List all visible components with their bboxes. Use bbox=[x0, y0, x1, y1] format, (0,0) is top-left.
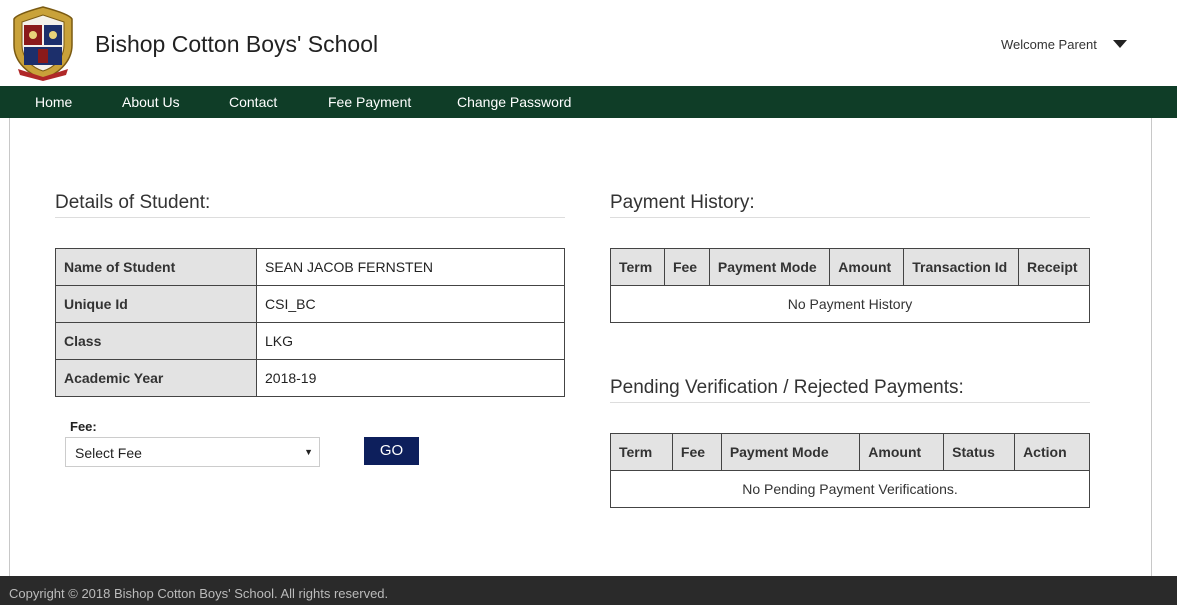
row-label: Class bbox=[55, 322, 257, 360]
pending-table: Term Fee Payment Mode Amount Status Acti… bbox=[610, 433, 1090, 508]
col-status: Status bbox=[943, 433, 1016, 471]
col-payment-mode: Payment Mode bbox=[720, 433, 861, 471]
payment-history-empty: No Payment History bbox=[610, 285, 1090, 323]
school-name: Bishop Cotton Boys' School bbox=[95, 31, 379, 57]
fee-select[interactable]: Select Fee ▼ bbox=[65, 437, 320, 467]
select-arrow-icon: ▼ bbox=[304, 447, 313, 457]
col-amount: Amount bbox=[859, 433, 945, 471]
welcome-text: Welcome Parent bbox=[1001, 37, 1097, 52]
class-value: LKG bbox=[256, 322, 565, 360]
page-header: Bishop Cotton Boys' School Welcome Paren… bbox=[0, 0, 1177, 86]
go-button[interactable]: GO bbox=[364, 437, 419, 465]
student-name-value: SEAN JACOB FERNSTEN bbox=[256, 248, 565, 286]
nav-home[interactable]: Home bbox=[35, 94, 72, 110]
payment-history-table: Term Fee Payment Mode Amount Transaction… bbox=[610, 248, 1091, 323]
col-transaction-id: Transaction Id bbox=[903, 248, 1019, 286]
row-label: Academic Year bbox=[55, 359, 257, 397]
divider bbox=[55, 217, 565, 218]
unique-id-value: CSI_BC bbox=[256, 285, 565, 323]
copyright-text: Copyright © 2018 Bishop Cotton Boys' Sch… bbox=[9, 586, 389, 601]
page-footer: Copyright © 2018 Bishop Cotton Boys' Sch… bbox=[0, 576, 1177, 605]
col-receipt: Receipt bbox=[1017, 248, 1091, 286]
col-term: Term bbox=[610, 248, 665, 286]
pending-empty: No Pending Payment Verifications. bbox=[610, 470, 1090, 508]
table-header-row: Term Fee Payment Mode Amount Status Acti… bbox=[610, 433, 1090, 471]
divider bbox=[610, 402, 1090, 403]
nav-change-password[interactable]: Change Password bbox=[457, 94, 571, 110]
payment-history-title: Payment History: bbox=[610, 192, 755, 213]
main-nav: Home About Us Contact Fee Payment Change… bbox=[0, 86, 1177, 118]
table-row: Name of Student SEAN JACOB FERNSTEN bbox=[55, 248, 565, 286]
pending-title: Pending Verification / Rejected Payments… bbox=[610, 377, 964, 398]
nav-fee-payment[interactable]: Fee Payment bbox=[328, 94, 411, 110]
col-payment-mode: Payment Mode bbox=[708, 248, 831, 286]
table-row: Class LKG bbox=[55, 322, 565, 360]
nav-about-us[interactable]: About Us bbox=[122, 94, 180, 110]
row-label: Name of Student bbox=[55, 248, 257, 286]
student-details-title: Details of Student: bbox=[55, 192, 211, 213]
school-crest-logo[interactable] bbox=[8, 5, 78, 81]
fee-select-value: Select Fee bbox=[75, 445, 142, 461]
col-fee: Fee bbox=[663, 248, 710, 286]
table-header-row: Term Fee Payment Mode Amount Transaction… bbox=[610, 248, 1091, 286]
col-fee: Fee bbox=[671, 433, 722, 471]
nav-contact[interactable]: Contact bbox=[229, 94, 277, 110]
chevron-down-icon[interactable] bbox=[1113, 40, 1127, 48]
student-details-table: Name of Student SEAN JACOB FERNSTEN Uniq… bbox=[55, 248, 565, 397]
divider bbox=[610, 217, 1090, 218]
table-row: Academic Year 2018-19 bbox=[55, 359, 565, 397]
table-row: Unique Id CSI_BC bbox=[55, 285, 565, 323]
table-row: No Payment History bbox=[610, 285, 1090, 323]
col-amount: Amount bbox=[829, 248, 905, 286]
col-action: Action bbox=[1014, 433, 1090, 471]
col-term: Term bbox=[610, 433, 673, 471]
academic-year-value: 2018-19 bbox=[256, 359, 565, 397]
row-label: Unique Id bbox=[55, 285, 257, 323]
fee-label: Fee: bbox=[70, 419, 97, 434]
table-row: No Pending Payment Verifications. bbox=[610, 470, 1090, 508]
